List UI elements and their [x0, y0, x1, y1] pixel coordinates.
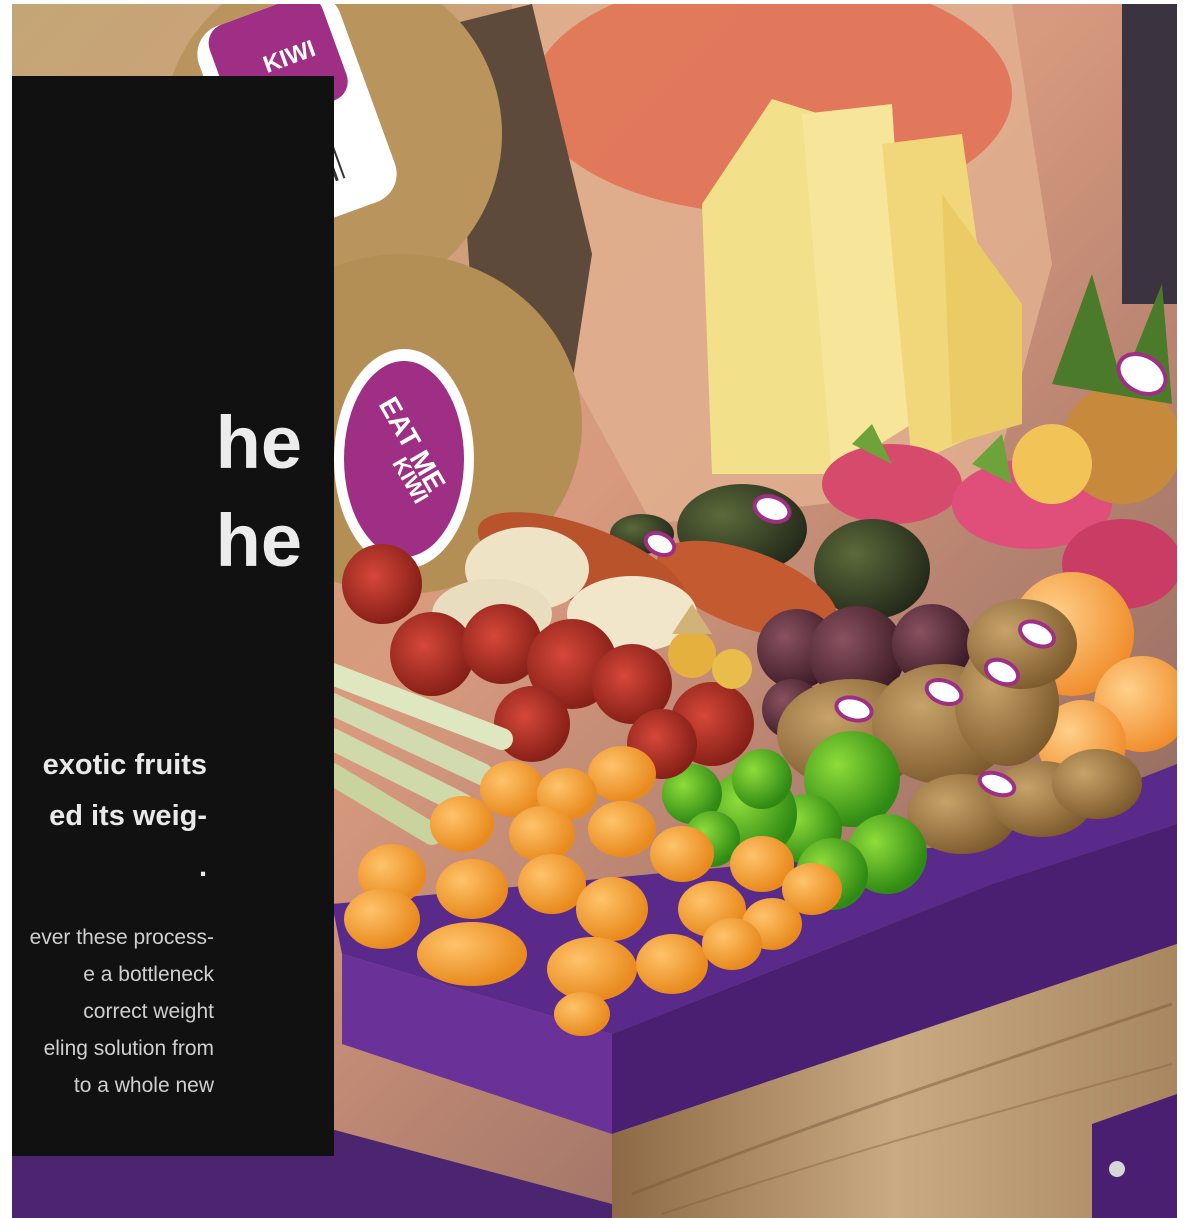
- hero-subheading: exotic fruits ed its weig- .: [12, 740, 207, 893]
- body-line: to a whole new: [73, 1074, 214, 1097]
- kiwi: [1052, 749, 1142, 819]
- hero-text-panel: he he exotic fruits ed its weig- . ever …: [12, 76, 334, 1156]
- dark-corner: [1122, 4, 1177, 304]
- hero-headline: he he: [12, 394, 302, 590]
- kiwi: [967, 599, 1077, 689]
- hero-body-text: ever these process- e a bottleneck corre…: [12, 919, 214, 1104]
- body-line: eling solution from: [43, 1037, 214, 1060]
- subheading-line: .: [198, 851, 207, 884]
- lime: [732, 749, 792, 809]
- body-line: correct weight: [83, 1000, 214, 1023]
- subheading-line: ed its weig-: [49, 800, 207, 833]
- subheading-line: exotic fruits: [42, 749, 207, 782]
- headline-line: he: [215, 498, 302, 582]
- grapefruit: [1012, 424, 1092, 504]
- headline-line: he: [215, 400, 302, 484]
- drawer-knob-icon: [1109, 1161, 1125, 1177]
- body-line: ever these process-: [29, 926, 214, 949]
- body-line: e a bottleneck: [83, 963, 214, 986]
- eat-me-sticker: EAT ME KIWI: [334, 349, 474, 569]
- hero-section: EAT ME KIWI KIWI he he exotic fruits ed …: [12, 4, 1177, 1218]
